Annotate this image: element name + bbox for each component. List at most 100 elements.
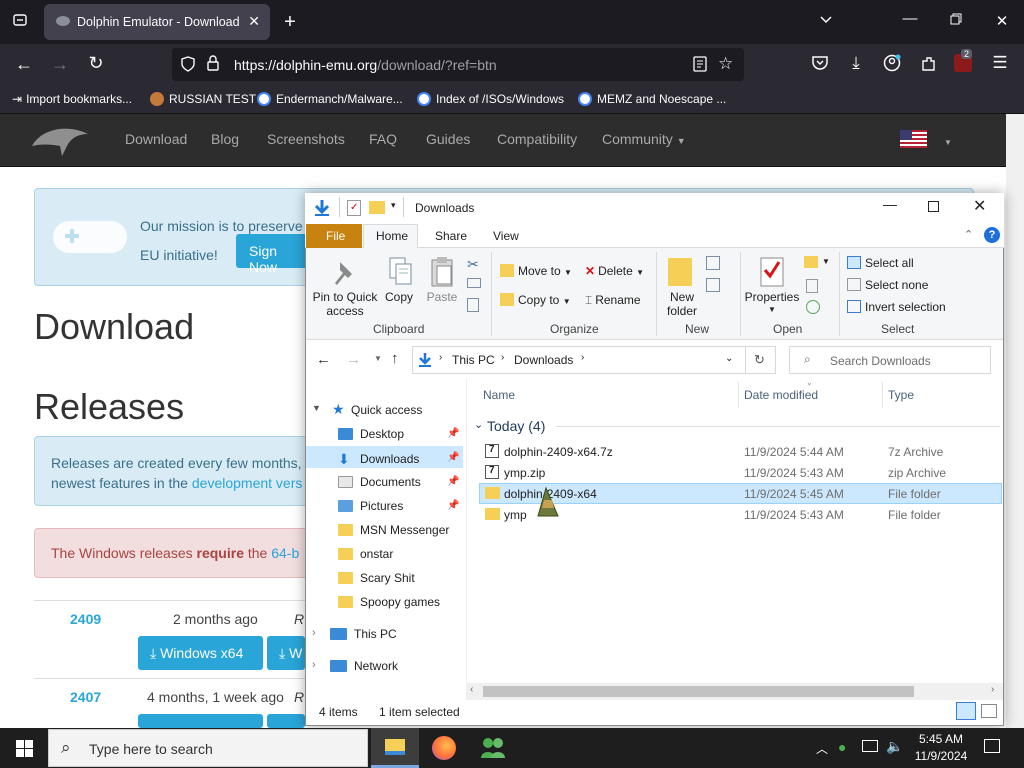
pin-to-quick-access-button[interactable]: Pin to Quick access (312, 290, 378, 318)
qat-dropdown-icon[interactable]: ▾ (391, 200, 396, 211)
scroll-left-icon[interactable]: ‹ (470, 684, 473, 695)
taskbar-search-box[interactable]: ⌕ Type here to search (48, 729, 368, 767)
tab-dolphin-download[interactable]: Dolphin Emulator - Download ✕ (44, 4, 270, 40)
help-icon[interactable]: ? (984, 227, 1000, 243)
site-nav-blog[interactable]: Blog (211, 131, 239, 147)
account-icon[interactable] (883, 54, 901, 75)
windows-arm-download-button[interactable]: ⤓ W (267, 636, 305, 670)
ribbon-tab-share[interactable]: Share (435, 229, 467, 243)
windows-start-icon[interactable] (16, 740, 33, 760)
expand-chevron-icon[interactable]: ▼ (312, 403, 321, 413)
taskbar-file-explorer[interactable] (371, 728, 419, 768)
minimize-window-icon[interactable]: — (900, 10, 920, 27)
recent-locations-icon[interactable]: ▼ (374, 354, 382, 363)
select-all-button[interactable]: Select all (847, 256, 914, 270)
nav-quick-access[interactable]: Quick access (351, 403, 422, 417)
url-bar[interactable]: https://dolphin-emu.org/download/?ref=bt… (172, 48, 744, 81)
tray-overflow-icon[interactable]: ︿ (816, 740, 828, 757)
column-type[interactable]: Type (888, 388, 914, 402)
forward-icon[interactable]: → (346, 351, 361, 368)
move-to-button[interactable]: Move to ▼ (500, 264, 572, 278)
breadcrumb-chevron-icon[interactable]: › (439, 352, 442, 363)
bookmark-memz[interactable]: MEMZ and Noescape ... (578, 92, 726, 106)
downloads-icon[interactable]: ⤓ (846, 53, 866, 73)
up-arrow-icon[interactable]: ↑ (391, 350, 399, 367)
close-window-icon[interactable]: ✕ (992, 12, 1012, 30)
extensions-icon[interactable] (920, 55, 938, 76)
large-icons-view-icon[interactable] (981, 704, 997, 718)
new-folder-button[interactable]: New folder (660, 290, 704, 318)
explorer-minimize-icon[interactable]: — (883, 196, 897, 212)
scrollbar-thumb[interactable] (483, 686, 914, 697)
breadcrumb-chevron-icon[interactable]: › (501, 352, 504, 363)
pocket-icon[interactable] (811, 55, 829, 74)
edit-icon[interactable] (806, 279, 818, 293)
ublock-extension-icon[interactable]: 2 (954, 49, 973, 72)
easy-access-icon[interactable] (706, 278, 720, 292)
taskbar-date[interactable]: 11/9/2024 (913, 749, 969, 763)
explorer-close-icon[interactable]: ✕ (973, 196, 986, 216)
nav-desktop[interactable]: Desktop (338, 427, 404, 441)
forward-arrow-icon[interactable]: → (50, 54, 70, 75)
column-date-modified[interactable]: Date modified (744, 388, 818, 402)
history-icon[interactable] (806, 300, 820, 314)
site-nav-compatibility[interactable]: Compatibility (497, 131, 577, 147)
msn-messenger-icon[interactable] (480, 736, 506, 763)
site-nav-faq[interactable]: FAQ (369, 131, 397, 147)
group-collapse-icon[interactable]: ⌄ (474, 418, 483, 431)
ribbon-tab-file[interactable]: File (306, 224, 362, 248)
close-tab-icon[interactable]: ✕ (248, 13, 260, 30)
collapse-ribbon-icon[interactable]: ⌃ (964, 228, 973, 241)
us-flag-icon[interactable] (900, 130, 927, 148)
ribbon-tab-view[interactable]: View (493, 229, 519, 243)
bookmark-russian-test[interactable]: RUSSIAN TEST (150, 92, 256, 106)
restore-window-icon[interactable] (946, 12, 966, 29)
new-item-icon[interactable] (706, 256, 720, 270)
select-none-button[interactable]: Select none (847, 278, 928, 292)
back-icon[interactable]: ← (316, 351, 331, 368)
firefox-icon[interactable] (432, 736, 456, 760)
invert-selection-button[interactable]: Invert selection (847, 300, 946, 314)
cut-icon[interactable]: ✂ (467, 256, 479, 273)
windows-x64-download-button[interactable] (138, 714, 263, 728)
expand-chevron-icon[interactable]: › (312, 659, 316, 671)
app-menu-icon[interactable]: ☰ (990, 53, 1010, 73)
taskbar-time[interactable]: 5:45 AM (913, 732, 969, 746)
properties-qat-icon[interactable]: ✓ (347, 200, 361, 216)
tracking-shield-icon[interactable] (180, 56, 196, 75)
nav-this-pc[interactable]: This PC (330, 627, 397, 641)
nav-pictures[interactable]: Pictures (338, 499, 403, 513)
breadcrumb-chevron-icon[interactable]: › (581, 352, 584, 363)
tray-messenger-icon[interactable]: ● (838, 739, 846, 755)
delete-button[interactable]: ✕ Delete ▼ (585, 264, 644, 278)
release-version-link[interactable]: 2407 (70, 689, 101, 705)
refresh-button[interactable]: ↻ (746, 346, 776, 374)
site-nav-download[interactable]: Download (125, 131, 187, 147)
properties-button[interactable]: Properties (744, 290, 800, 304)
development-versions-link[interactable]: development vers (192, 475, 303, 491)
breadcrumb-this-pc[interactable]: This PC (452, 353, 495, 367)
windows-arm-download-button[interactable] (267, 714, 305, 728)
copy-path-icon[interactable] (467, 278, 481, 288)
explorer-maximize-icon[interactable] (928, 201, 939, 212)
open-dropdown-icon[interactable]: ▼ (822, 257, 830, 266)
address-dropdown-icon[interactable]: ⌄ (725, 353, 733, 364)
column-name[interactable]: Name (483, 388, 515, 402)
address-bar[interactable]: › This PC › Downloads › ⌄ (412, 346, 746, 374)
bookmark-import[interactable]: ⇥ Import bookmarks... (12, 92, 132, 106)
scroll-right-icon[interactable]: › (991, 684, 994, 695)
reload-icon[interactable]: ↻ (86, 53, 106, 74)
dolphin-logo-icon[interactable] (28, 122, 92, 158)
notifications-icon[interactable] (984, 739, 1000, 753)
lock-icon[interactable] (206, 55, 220, 74)
column-separator[interactable] (738, 382, 739, 408)
site-nav-community[interactable]: Community ▼ (602, 131, 686, 147)
paste-shortcut-icon[interactable] (467, 298, 479, 312)
site-nav-screenshots[interactable]: Screenshots (267, 131, 345, 147)
tab-list-icon[interactable] (10, 12, 30, 32)
nav-documents[interactable]: Documents (338, 475, 421, 489)
windows-x64-download-button[interactable]: ⤓ Windows x64 (138, 636, 263, 670)
new-folder-qat-icon[interactable] (369, 201, 385, 214)
nav-scary-shit[interactable]: Scary Shit (338, 571, 415, 585)
copy-button[interactable]: Copy (380, 290, 418, 304)
